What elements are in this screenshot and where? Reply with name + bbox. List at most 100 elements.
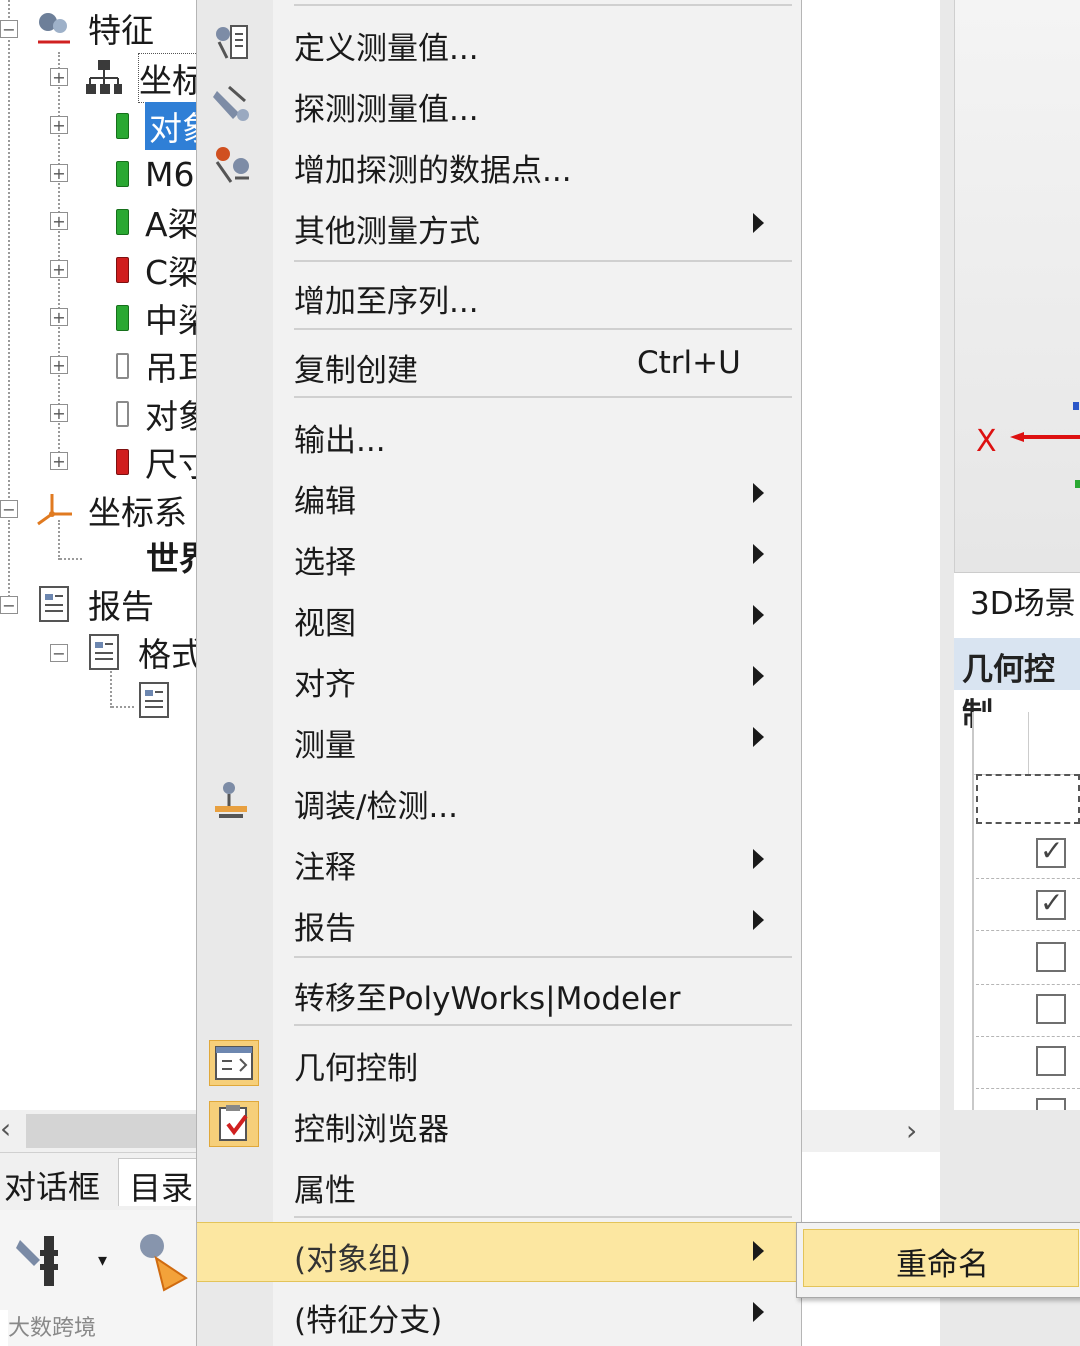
menu-item-export[interactable]: 输出...: [197, 404, 801, 464]
row-checkbox[interactable]: [1036, 1046, 1066, 1076]
tree-node-features[interactable]: 特征: [34, 6, 154, 50]
row-checkbox[interactable]: [1036, 942, 1066, 972]
menu-item-add-probed-points[interactable]: 增加探测的数据点...: [197, 134, 801, 194]
row-checkbox[interactable]: [1036, 994, 1066, 1024]
probe-tool-icon[interactable]: [14, 1230, 64, 1294]
expand-toggle[interactable]: +: [50, 260, 68, 278]
menu-item-properties[interactable]: 属性: [197, 1154, 801, 1214]
menu-item-rename[interactable]: 重命名: [803, 1229, 1079, 1287]
row-checkbox[interactable]: [1036, 834, 1066, 868]
tree-node[interactable]: M6: [116, 152, 194, 196]
tree-node[interactable]: C梁: [116, 248, 201, 292]
expand-toggle[interactable]: +: [50, 68, 68, 86]
feature-tree-panel: − 特征 + 坐标 + 对象 + M6 + A梁 + C梁 + 中梁 + 吊耳 …: [0, 0, 219, 1110]
probe-measure-icon: [209, 81, 257, 125]
axis-x-arrow-icon: [1010, 432, 1080, 442]
tree-node[interactable]: A梁: [116, 200, 201, 244]
menu-item-label: (特征分支): [294, 1303, 443, 1339]
menu-separator: [294, 4, 792, 6]
menu-separator: [294, 1024, 792, 1026]
main-horizontal-scrollbar[interactable]: [800, 1110, 940, 1152]
menu-item-feature-branch[interactable]: (特征分支): [197, 1284, 801, 1344]
scroll-right-arrow-icon[interactable]: ›: [906, 1114, 917, 1147]
menu-item-edit[interactable]: 编辑: [197, 465, 801, 525]
tree-node-report[interactable]: 报告: [34, 582, 154, 626]
menu-item-geometry-control[interactable]: 几何控制: [197, 1032, 801, 1092]
expand-toggle[interactable]: +: [50, 164, 68, 182]
submenu-arrow-icon: [753, 605, 764, 625]
status-tag: [116, 113, 129, 139]
expand-toggle[interactable]: +: [50, 308, 68, 326]
tree-label: A梁: [145, 205, 201, 244]
menu-item-define-measure[interactable]: 定义测量值...: [197, 12, 801, 72]
main-pane-background: [800, 0, 954, 1110]
tree-label: C梁: [145, 253, 202, 292]
menu-separator: [294, 260, 792, 262]
menu-item-label: 选择: [294, 545, 356, 581]
tree-connector: [8, 520, 10, 604]
tree-label: 报告: [88, 587, 154, 626]
tree-node-format[interactable]: 格式: [84, 630, 204, 674]
menu-item-label: 定义测量值...: [294, 31, 479, 67]
row-divider: [976, 1088, 1080, 1089]
scroll-left-arrow-icon[interactable]: ‹: [0, 1112, 11, 1145]
define-measure-icon: [209, 20, 257, 64]
expand-toggle[interactable]: +: [50, 452, 68, 470]
tree-label: M6: [145, 154, 195, 194]
tree-connector: [58, 52, 60, 464]
submenu-arrow-icon: [753, 849, 764, 869]
expand-toggle[interactable]: +: [50, 116, 68, 134]
menu-separator: [294, 396, 792, 398]
dropdown-caret-icon[interactable]: ▾: [98, 1250, 107, 1271]
menu-item-label: 调装/检测...: [294, 789, 459, 825]
menu-item-control-browser[interactable]: 控制浏览器: [197, 1093, 801, 1153]
menu-item-probe-measure[interactable]: 探测测量值...: [197, 73, 801, 133]
menu-item-view[interactable]: 视图: [197, 587, 801, 647]
tab-directory[interactable]: 目录: [118, 1158, 205, 1207]
submenu-arrow-icon: [753, 1302, 764, 1322]
scrollbar-thumb[interactable]: [26, 1114, 198, 1148]
row-checkbox[interactable]: [1036, 886, 1066, 920]
menu-item-object-group[interactable]: (对象组): [197, 1222, 801, 1282]
splitter[interactable]: [940, 0, 954, 1110]
menu-item-report[interactable]: 报告: [197, 892, 801, 952]
menu-item-label: 报告: [294, 911, 356, 947]
menu-item-label: 编辑: [294, 484, 356, 520]
tree-connector: [8, 0, 10, 510]
expand-toggle[interactable]: +: [50, 356, 68, 374]
menu-item-align[interactable]: 对齐: [197, 648, 801, 708]
menu-item-measure[interactable]: 测量: [197, 709, 801, 769]
measure-tool-icon[interactable]: [134, 1228, 194, 1302]
menu-item-other-measure[interactable]: 其他测量方式: [197, 195, 801, 255]
submenu-arrow-icon: [753, 666, 764, 686]
menu-item-label: 属性: [294, 1173, 356, 1209]
menu-item-label: 增加至序列...: [294, 284, 479, 320]
expand-toggle[interactable]: +: [50, 212, 68, 230]
report-icon: [34, 584, 74, 624]
hierarchy-icon: [84, 58, 124, 98]
menu-item-add-to-sequence[interactable]: 增加至序列...: [197, 265, 801, 325]
collapse-coord-toggle[interactable]: −: [0, 500, 18, 518]
3d-viewport[interactable]: [954, 0, 1080, 572]
menu-item-duplicate[interactable]: 复制创建 Ctrl+U: [197, 334, 801, 394]
tree-node-format-page[interactable]: [134, 678, 188, 722]
collapse-format-toggle[interactable]: −: [50, 644, 68, 662]
collapse-report-toggle[interactable]: −: [0, 596, 18, 614]
tree-node-coord[interactable]: 坐标: [84, 53, 206, 103]
tab-dialog[interactable]: 对话框: [0, 1158, 110, 1206]
tree-connector: [112, 706, 134, 708]
menu-item-transfer-modeler[interactable]: 转移至PolyWorks|Modeler: [197, 962, 801, 1022]
tree-label: 特征: [88, 11, 154, 50]
geometry-control-icon: [209, 1040, 259, 1086]
menu-item-annotation[interactable]: 注释: [197, 831, 801, 891]
expand-toggle[interactable]: +: [50, 404, 68, 422]
table-row-focused[interactable]: [976, 774, 1080, 824]
menu-item-select[interactable]: 选择: [197, 526, 801, 586]
tree-node-coord-systems[interactable]: 坐标系: [34, 488, 187, 532]
menu-item-fixture-inspect[interactable]: 调装/检测...: [197, 770, 801, 830]
fixture-inspect-icon: [209, 778, 257, 822]
collapse-features-toggle[interactable]: −: [0, 20, 18, 38]
tree-label: 格式: [138, 635, 204, 674]
control-browser-icon: [209, 1101, 259, 1147]
coordinate-axes-icon: [34, 490, 74, 530]
